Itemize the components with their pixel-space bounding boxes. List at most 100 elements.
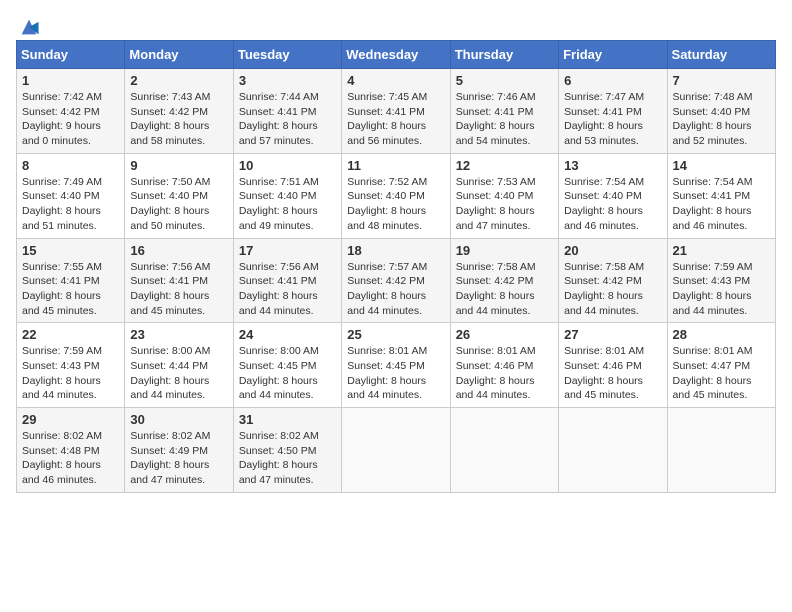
day-cell: 22 Sunrise: 7:59 AM Sunset: 4:43 PM Dayl… xyxy=(17,323,125,408)
day-number: 29 xyxy=(22,412,119,427)
day-number: 7 xyxy=(673,73,770,88)
day-number: 20 xyxy=(564,243,661,258)
day-info: Sunrise: 7:49 AM Sunset: 4:40 PM Dayligh… xyxy=(22,175,119,234)
day-info: Sunrise: 7:56 AM Sunset: 4:41 PM Dayligh… xyxy=(239,260,336,319)
day-number: 12 xyxy=(456,158,553,173)
day-number: 13 xyxy=(564,158,661,173)
week-row-2: 8 Sunrise: 7:49 AM Sunset: 4:40 PM Dayli… xyxy=(17,153,776,238)
day-cell: 28 Sunrise: 8:01 AM Sunset: 4:47 PM Dayl… xyxy=(667,323,775,408)
page-header xyxy=(16,16,776,32)
day-cell: 12 Sunrise: 7:53 AM Sunset: 4:40 PM Dayl… xyxy=(450,153,558,238)
week-row-4: 22 Sunrise: 7:59 AM Sunset: 4:43 PM Dayl… xyxy=(17,323,776,408)
day-info: Sunrise: 7:58 AM Sunset: 4:42 PM Dayligh… xyxy=(456,260,553,319)
day-info: Sunrise: 8:00 AM Sunset: 4:44 PM Dayligh… xyxy=(130,344,227,403)
day-info: Sunrise: 7:54 AM Sunset: 4:41 PM Dayligh… xyxy=(673,175,770,234)
day-number: 5 xyxy=(456,73,553,88)
week-row-5: 29 Sunrise: 8:02 AM Sunset: 4:48 PM Dayl… xyxy=(17,408,776,493)
logo-icon xyxy=(18,16,40,38)
header-sunday: Sunday xyxy=(17,41,125,69)
day-number: 17 xyxy=(239,243,336,258)
day-info: Sunrise: 8:01 AM Sunset: 4:46 PM Dayligh… xyxy=(564,344,661,403)
day-number: 2 xyxy=(130,73,227,88)
day-info: Sunrise: 7:58 AM Sunset: 4:42 PM Dayligh… xyxy=(564,260,661,319)
day-info: Sunrise: 7:56 AM Sunset: 4:41 PM Dayligh… xyxy=(130,260,227,319)
day-cell: 2 Sunrise: 7:43 AM Sunset: 4:42 PM Dayli… xyxy=(125,69,233,154)
day-number: 3 xyxy=(239,73,336,88)
day-cell: 1 Sunrise: 7:42 AM Sunset: 4:42 PM Dayli… xyxy=(17,69,125,154)
day-cell: 31 Sunrise: 8:02 AM Sunset: 4:50 PM Dayl… xyxy=(233,408,341,493)
calendar: SundayMondayTuesdayWednesdayThursdayFrid… xyxy=(16,40,776,493)
header-saturday: Saturday xyxy=(667,41,775,69)
day-cell: 14 Sunrise: 7:54 AM Sunset: 4:41 PM Dayl… xyxy=(667,153,775,238)
day-info: Sunrise: 7:59 AM Sunset: 4:43 PM Dayligh… xyxy=(673,260,770,319)
header-friday: Friday xyxy=(559,41,667,69)
day-number: 19 xyxy=(456,243,553,258)
day-cell: 6 Sunrise: 7:47 AM Sunset: 4:41 PM Dayli… xyxy=(559,69,667,154)
day-number: 4 xyxy=(347,73,444,88)
calendar-header-row: SundayMondayTuesdayWednesdayThursdayFrid… xyxy=(17,41,776,69)
day-number: 16 xyxy=(130,243,227,258)
day-info: Sunrise: 8:02 AM Sunset: 4:50 PM Dayligh… xyxy=(239,429,336,488)
logo xyxy=(16,16,40,32)
day-info: Sunrise: 7:54 AM Sunset: 4:40 PM Dayligh… xyxy=(564,175,661,234)
day-cell: 25 Sunrise: 8:01 AM Sunset: 4:45 PM Dayl… xyxy=(342,323,450,408)
day-number: 26 xyxy=(456,327,553,342)
day-info: Sunrise: 7:42 AM Sunset: 4:42 PM Dayligh… xyxy=(22,90,119,149)
day-number: 15 xyxy=(22,243,119,258)
day-cell: 7 Sunrise: 7:48 AM Sunset: 4:40 PM Dayli… xyxy=(667,69,775,154)
day-info: Sunrise: 7:45 AM Sunset: 4:41 PM Dayligh… xyxy=(347,90,444,149)
day-info: Sunrise: 7:48 AM Sunset: 4:40 PM Dayligh… xyxy=(673,90,770,149)
day-cell: 24 Sunrise: 8:00 AM Sunset: 4:45 PM Dayl… xyxy=(233,323,341,408)
day-cell: 3 Sunrise: 7:44 AM Sunset: 4:41 PM Dayli… xyxy=(233,69,341,154)
day-cell: 15 Sunrise: 7:55 AM Sunset: 4:41 PM Dayl… xyxy=(17,238,125,323)
day-cell: 20 Sunrise: 7:58 AM Sunset: 4:42 PM Dayl… xyxy=(559,238,667,323)
day-info: Sunrise: 8:01 AM Sunset: 4:47 PM Dayligh… xyxy=(673,344,770,403)
day-info: Sunrise: 7:55 AM Sunset: 4:41 PM Dayligh… xyxy=(22,260,119,319)
header-tuesday: Tuesday xyxy=(233,41,341,69)
day-number: 31 xyxy=(239,412,336,427)
day-number: 22 xyxy=(22,327,119,342)
week-row-1: 1 Sunrise: 7:42 AM Sunset: 4:42 PM Dayli… xyxy=(17,69,776,154)
day-info: Sunrise: 8:02 AM Sunset: 4:49 PM Dayligh… xyxy=(130,429,227,488)
day-cell: 11 Sunrise: 7:52 AM Sunset: 4:40 PM Dayl… xyxy=(342,153,450,238)
day-cell: 27 Sunrise: 8:01 AM Sunset: 4:46 PM Dayl… xyxy=(559,323,667,408)
day-cell: 26 Sunrise: 8:01 AM Sunset: 4:46 PM Dayl… xyxy=(450,323,558,408)
day-info: Sunrise: 8:01 AM Sunset: 4:46 PM Dayligh… xyxy=(456,344,553,403)
day-cell xyxy=(342,408,450,493)
day-info: Sunrise: 7:53 AM Sunset: 4:40 PM Dayligh… xyxy=(456,175,553,234)
day-cell xyxy=(559,408,667,493)
day-cell: 21 Sunrise: 7:59 AM Sunset: 4:43 PM Dayl… xyxy=(667,238,775,323)
day-number: 14 xyxy=(673,158,770,173)
day-cell: 4 Sunrise: 7:45 AM Sunset: 4:41 PM Dayli… xyxy=(342,69,450,154)
day-info: Sunrise: 8:01 AM Sunset: 4:45 PM Dayligh… xyxy=(347,344,444,403)
day-info: Sunrise: 7:44 AM Sunset: 4:41 PM Dayligh… xyxy=(239,90,336,149)
day-cell: 10 Sunrise: 7:51 AM Sunset: 4:40 PM Dayl… xyxy=(233,153,341,238)
day-info: Sunrise: 8:02 AM Sunset: 4:48 PM Dayligh… xyxy=(22,429,119,488)
header-wednesday: Wednesday xyxy=(342,41,450,69)
day-number: 18 xyxy=(347,243,444,258)
day-cell: 29 Sunrise: 8:02 AM Sunset: 4:48 PM Dayl… xyxy=(17,408,125,493)
day-number: 23 xyxy=(130,327,227,342)
day-cell: 5 Sunrise: 7:46 AM Sunset: 4:41 PM Dayli… xyxy=(450,69,558,154)
day-number: 27 xyxy=(564,327,661,342)
day-cell: 13 Sunrise: 7:54 AM Sunset: 4:40 PM Dayl… xyxy=(559,153,667,238)
day-info: Sunrise: 8:00 AM Sunset: 4:45 PM Dayligh… xyxy=(239,344,336,403)
day-info: Sunrise: 7:52 AM Sunset: 4:40 PM Dayligh… xyxy=(347,175,444,234)
day-info: Sunrise: 7:46 AM Sunset: 4:41 PM Dayligh… xyxy=(456,90,553,149)
day-info: Sunrise: 7:51 AM Sunset: 4:40 PM Dayligh… xyxy=(239,175,336,234)
day-info: Sunrise: 7:59 AM Sunset: 4:43 PM Dayligh… xyxy=(22,344,119,403)
day-cell: 9 Sunrise: 7:50 AM Sunset: 4:40 PM Dayli… xyxy=(125,153,233,238)
day-cell: 19 Sunrise: 7:58 AM Sunset: 4:42 PM Dayl… xyxy=(450,238,558,323)
day-number: 25 xyxy=(347,327,444,342)
day-cell: 17 Sunrise: 7:56 AM Sunset: 4:41 PM Dayl… xyxy=(233,238,341,323)
day-cell: 23 Sunrise: 8:00 AM Sunset: 4:44 PM Dayl… xyxy=(125,323,233,408)
day-cell: 18 Sunrise: 7:57 AM Sunset: 4:42 PM Dayl… xyxy=(342,238,450,323)
day-cell: 30 Sunrise: 8:02 AM Sunset: 4:49 PM Dayl… xyxy=(125,408,233,493)
day-number: 10 xyxy=(239,158,336,173)
day-info: Sunrise: 7:47 AM Sunset: 4:41 PM Dayligh… xyxy=(564,90,661,149)
header-monday: Monday xyxy=(125,41,233,69)
day-number: 6 xyxy=(564,73,661,88)
day-number: 8 xyxy=(22,158,119,173)
day-number: 30 xyxy=(130,412,227,427)
day-cell: 8 Sunrise: 7:49 AM Sunset: 4:40 PM Dayli… xyxy=(17,153,125,238)
